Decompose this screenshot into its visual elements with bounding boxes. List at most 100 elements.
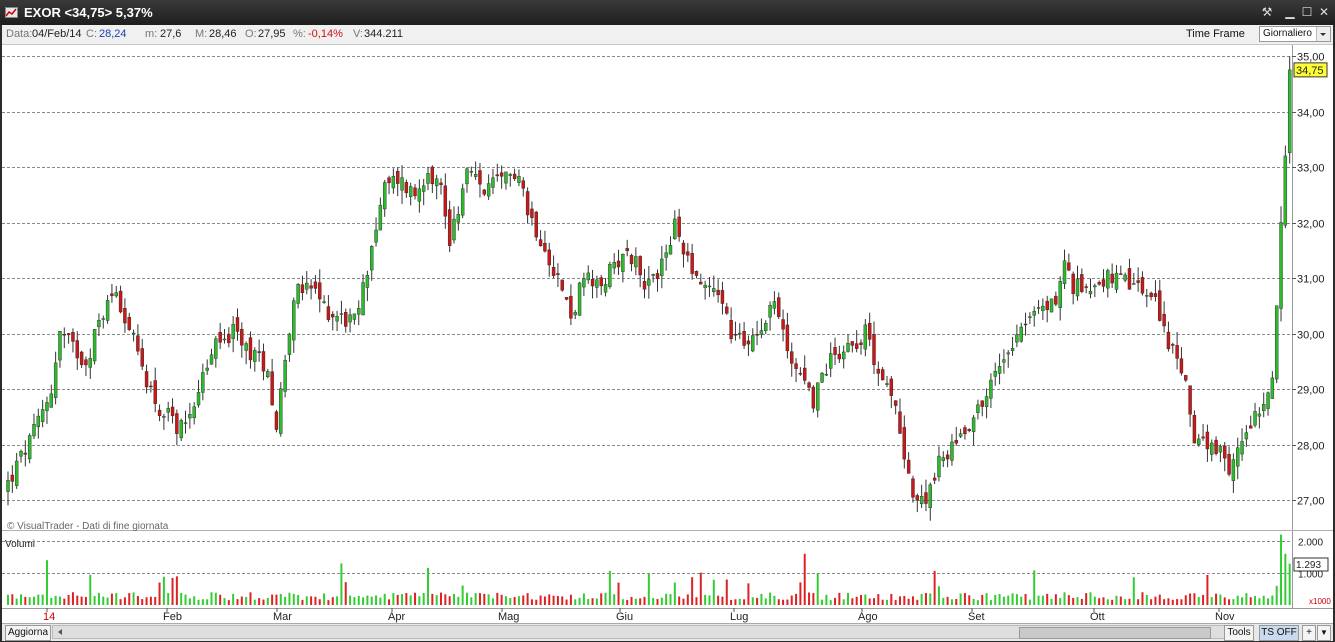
volume-bar xyxy=(1232,599,1235,605)
candle-body xyxy=(690,253,694,274)
chart-area[interactable]: 27,00 28,00 29,00 30,00 31,00 32,00 33,00 34,00… xyxy=(2,45,1333,623)
add-button[interactable]: + xyxy=(1302,625,1316,641)
volume-bar xyxy=(1137,599,1140,605)
volume-bar xyxy=(790,595,793,605)
scrollbar-thumb[interactable] xyxy=(1019,627,1211,639)
time-tick-label: Ott xyxy=(1090,611,1105,623)
volume-bar xyxy=(1150,599,1153,605)
close-icon[interactable]: ✕ xyxy=(1316,5,1332,20)
price-tick-label: 30,00 xyxy=(1297,330,1325,342)
scroll-left-icon[interactable] xyxy=(54,626,66,638)
candle-body xyxy=(408,186,413,197)
candle-body xyxy=(941,457,945,461)
volume-bar xyxy=(1020,596,1023,605)
candle-body xyxy=(1088,290,1093,295)
volume-bar xyxy=(310,596,313,605)
volume-bar xyxy=(665,593,668,605)
candle-body xyxy=(716,289,720,296)
candle-body xyxy=(551,266,556,276)
volume-bar xyxy=(427,567,430,605)
volume-bar xyxy=(28,597,31,605)
candle-body xyxy=(19,450,23,457)
volume-bar xyxy=(608,570,611,605)
candle-body xyxy=(937,455,941,478)
volume-bar xyxy=(682,598,685,605)
candle-body xyxy=(443,185,448,217)
candle-body xyxy=(798,373,803,375)
volume-bar xyxy=(149,596,152,605)
volume-bar xyxy=(58,596,61,605)
candle-body xyxy=(1032,310,1036,316)
ts-toggle-button[interactable]: TS OFF xyxy=(1259,625,1299,641)
volume-bar xyxy=(587,599,590,605)
volume-bar xyxy=(275,594,278,605)
volume-bar xyxy=(1288,563,1291,605)
volume-bar xyxy=(881,599,884,605)
volume-bar xyxy=(145,597,148,605)
volume-bar xyxy=(660,597,663,605)
max-label: M: xyxy=(195,28,208,40)
candle-body xyxy=(40,409,45,422)
volume-bar xyxy=(76,595,79,605)
candle-body xyxy=(270,371,274,406)
candle-body xyxy=(971,417,976,432)
volume-bar xyxy=(803,553,806,605)
open-label: O: xyxy=(245,28,257,40)
volume-bar xyxy=(565,599,568,605)
refresh-button[interactable]: Aggiorna xyxy=(5,625,51,641)
volume-bar xyxy=(708,595,711,605)
volume-bar xyxy=(227,600,230,605)
time-scrollbar[interactable] xyxy=(52,625,1242,639)
volume-bar xyxy=(604,592,607,605)
volume-bar xyxy=(396,594,399,605)
candle-body xyxy=(573,312,577,316)
candle-body xyxy=(1127,268,1132,290)
candle-body xyxy=(452,218,456,241)
menu-arrow-button[interactable]: ▼ xyxy=(1317,625,1331,641)
volume-bar xyxy=(825,594,828,605)
time-tick-label: Feb xyxy=(163,611,182,623)
candle-body xyxy=(1093,285,1097,288)
candle-body xyxy=(335,316,339,322)
candle-body xyxy=(58,331,62,361)
minimize-icon[interactable]: ▁ xyxy=(1282,5,1298,20)
volume-bar xyxy=(686,594,689,605)
chart-watermark: © VisualTrader - Dati di fine giornata xyxy=(7,521,169,532)
volume-bar xyxy=(920,593,923,605)
volume-bar xyxy=(617,582,620,605)
candle-body xyxy=(564,297,569,300)
volume-bar xyxy=(102,596,105,605)
time-frame-select[interactable]: Giornaliero xyxy=(1259,26,1331,42)
volume-bar xyxy=(84,596,87,605)
candle-body xyxy=(582,278,586,288)
time-tick-label: Ago xyxy=(858,611,878,623)
chevron-down-icon[interactable] xyxy=(1316,27,1330,41)
candle-body xyxy=(36,415,41,428)
volume-bar xyxy=(422,593,425,605)
price-tick-label: 29,00 xyxy=(1297,385,1325,397)
candle-body xyxy=(911,478,915,498)
volume-bar xyxy=(786,599,789,605)
maximize-icon[interactable]: ☐ xyxy=(1299,5,1315,20)
volume-bar xyxy=(548,594,551,605)
tool-icon[interactable]: ⚒ xyxy=(1259,5,1275,20)
time-frame-label: Time Frame xyxy=(1186,28,1245,40)
time-tick-label: Giu xyxy=(616,611,633,623)
candle-body xyxy=(53,362,58,398)
volume-bar xyxy=(7,594,9,605)
tools-button[interactable]: Tools xyxy=(1224,625,1254,641)
candle-body xyxy=(621,253,625,272)
volume-bar xyxy=(171,577,174,605)
volume-bar xyxy=(1050,598,1053,605)
candle-body xyxy=(1049,298,1054,313)
volume-bar xyxy=(526,593,529,605)
volume-bar xyxy=(366,595,369,605)
candle-body xyxy=(404,182,409,194)
volume-bar xyxy=(115,593,118,605)
candle-body xyxy=(1162,313,1166,327)
candle-body xyxy=(292,300,296,341)
candle-body xyxy=(924,492,928,504)
candle-body xyxy=(755,334,759,336)
volume-bar xyxy=(907,598,910,605)
volume-bar xyxy=(1184,595,1187,605)
